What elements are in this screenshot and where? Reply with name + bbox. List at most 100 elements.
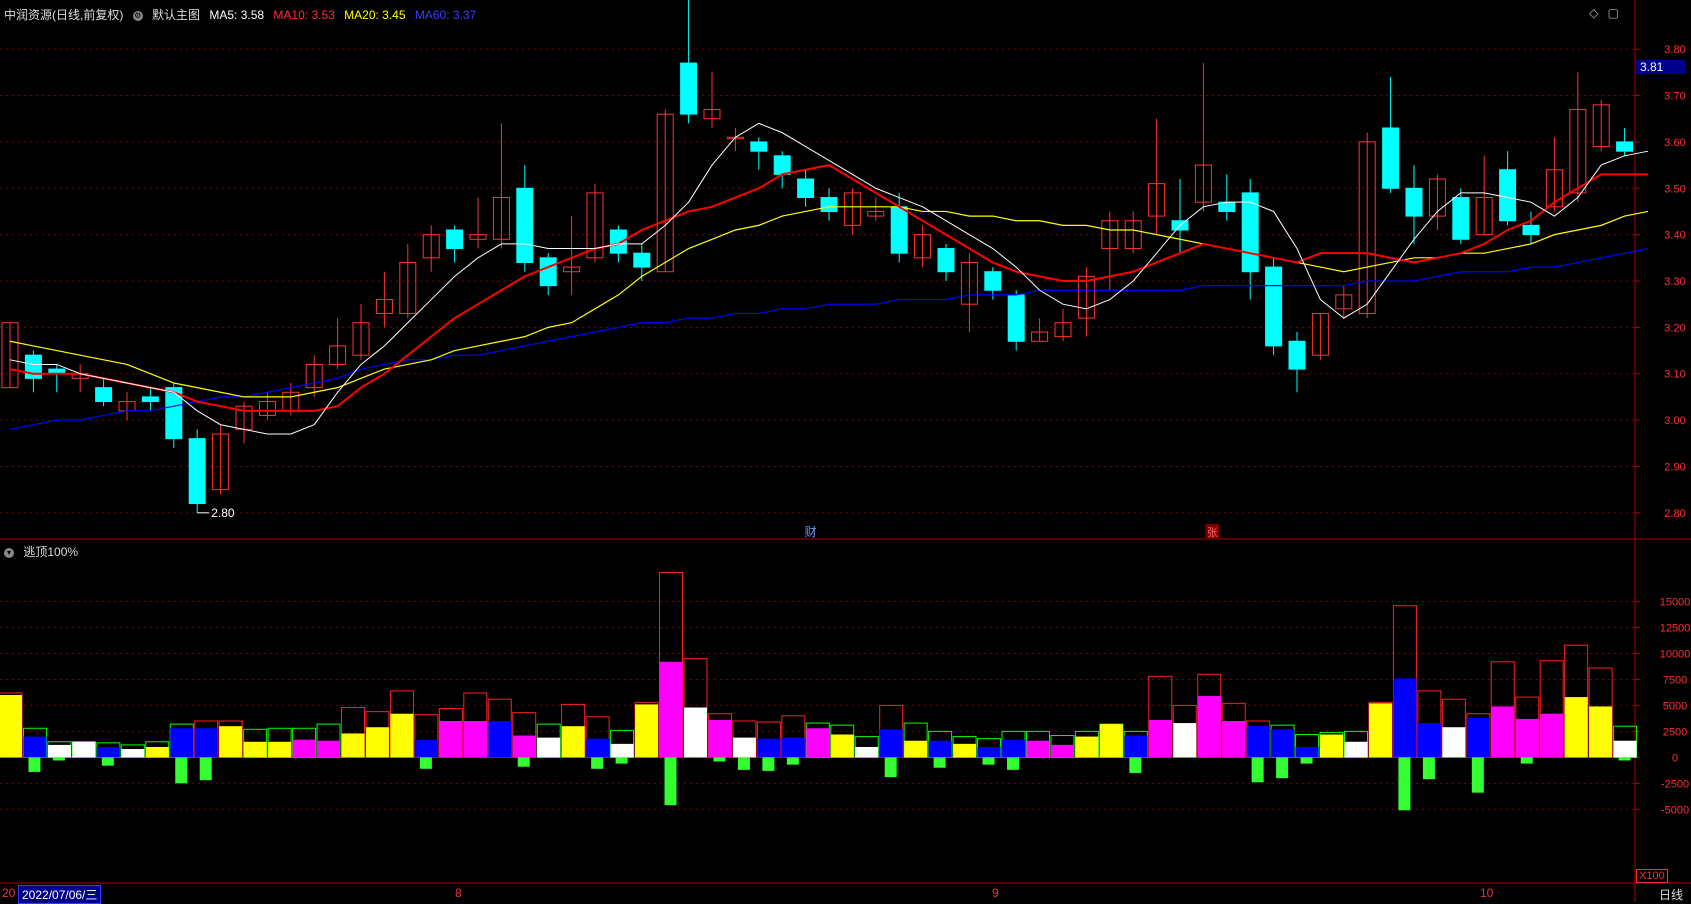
indicator-bar xyxy=(1271,729,1295,758)
low-annotation: 2.80 xyxy=(211,506,235,520)
indicator-bar xyxy=(879,729,903,758)
indicator-bar xyxy=(1466,717,1490,758)
period-label[interactable]: 日线 xyxy=(1659,886,1683,903)
indicator-tick-label: 5000 xyxy=(1663,700,1687,712)
candle-body xyxy=(188,438,206,505)
indicator-bar xyxy=(1540,713,1564,758)
indicator-tick-label: -2500 xyxy=(1661,778,1689,790)
ma10-label: MA10: 3.53 xyxy=(273,8,335,22)
candle-body xyxy=(446,229,464,250)
event-marker-finance: 财 xyxy=(805,525,817,539)
indicator-label[interactable]: 逃顶100% xyxy=(23,545,78,559)
indicator-bar xyxy=(806,728,830,758)
candle-body xyxy=(750,141,768,152)
indicator-bar xyxy=(292,739,316,758)
main-chart-label[interactable]: 默认主图 xyxy=(152,8,200,22)
candle-body xyxy=(1616,141,1634,152)
month-label-10: 10 xyxy=(1480,886,1494,900)
indicator-negative-bar xyxy=(664,757,677,806)
indicator-negative-bar xyxy=(786,757,799,765)
settings-icon[interactable]: ⚙ xyxy=(132,10,143,21)
candle-body xyxy=(680,62,698,115)
current-price-tag: 3.81 xyxy=(1636,60,1686,74)
indicator-negative-bar xyxy=(1618,757,1631,761)
chevron-down-icon[interactable]: ▾ xyxy=(4,547,14,558)
window-controls: ◇ ▢ xyxy=(1583,6,1619,20)
indicator-negative-bar xyxy=(1398,757,1411,811)
diamond-icon[interactable]: ◇ xyxy=(1589,6,1598,20)
stock-name[interactable]: 中润资源(日线,前复权) xyxy=(4,8,123,22)
indicator-bar xyxy=(268,741,292,758)
indicator-bar xyxy=(1173,723,1197,758)
indicator-bar xyxy=(1099,724,1123,758)
indicator-bar xyxy=(1026,740,1050,758)
high-annotation: 3.92 xyxy=(703,0,727,1)
price-tick-label: 2.80 xyxy=(1664,508,1685,520)
candle-body xyxy=(937,248,955,273)
ma5-label: MA5: 3.58 xyxy=(209,8,265,22)
indicator-negative-bar xyxy=(591,757,604,769)
indicator-bar xyxy=(96,746,120,758)
indicator-negative-bar xyxy=(1520,757,1533,764)
candle-body xyxy=(95,387,113,403)
indicator-bar xyxy=(1417,723,1441,758)
indicator-negative-bar xyxy=(615,757,628,764)
indicator-tick-label: 2500 xyxy=(1663,726,1687,738)
indicator-bar xyxy=(23,736,47,758)
indicator-bar xyxy=(0,695,22,758)
indicator-bar xyxy=(830,734,854,758)
indicator-negative-bar xyxy=(884,757,897,778)
candle-body xyxy=(1382,127,1400,189)
indicator-bar xyxy=(145,746,169,758)
candle-body xyxy=(1265,266,1283,347)
indicator-bar xyxy=(1344,741,1368,758)
price-tick-label: 3.70 xyxy=(1664,91,1685,103)
indicator-bar xyxy=(1075,736,1099,758)
indicator-bar xyxy=(317,740,341,758)
price-tick-label: 3.00 xyxy=(1664,415,1685,427)
indicator-bar xyxy=(1002,739,1026,758)
indicator-negative-bar xyxy=(101,757,114,766)
indicator-tick-label: 12500 xyxy=(1660,623,1691,635)
candle-body xyxy=(773,155,791,175)
indicator-negative-bar xyxy=(52,757,65,761)
price-tick-label: 3.40 xyxy=(1664,230,1685,242)
candle-body xyxy=(890,206,908,254)
indicator-bar xyxy=(1320,734,1344,758)
indicator-bar xyxy=(928,740,952,758)
indicator-negative-bar xyxy=(737,757,750,770)
indicator-bar xyxy=(659,661,683,758)
indicator-negative-bar xyxy=(1129,757,1142,773)
indicator-bar xyxy=(439,721,463,758)
indicator-negative-bar xyxy=(199,757,212,781)
time-axis[interactable]: 20 2022/07/06/三 8 9 10 xyxy=(0,884,1635,904)
ma60-label: MA60: 3.37 xyxy=(414,8,477,22)
indicator-tick-label: 10000 xyxy=(1660,648,1691,660)
indicator-negative-bar xyxy=(713,757,726,762)
indicator-bar xyxy=(414,739,438,758)
indicator-bar xyxy=(1368,703,1392,758)
main-chart-header: 中润资源(日线,前复权) ⚙ 默认主图 MA5: 3.58 MA10: 3.53… xyxy=(4,6,482,23)
chart-window: 3.80 3.70 3.60 3.50 3.40 3.30 3.20 3.10 3.00 2.90… xyxy=(0,0,1691,904)
indicator-bar xyxy=(1222,721,1246,758)
indicator-negative-bar xyxy=(982,757,995,765)
indicator-bar xyxy=(683,707,707,758)
chart-canvas[interactable]: 3.80 3.70 3.60 3.50 3.40 3.30 3.20 3.10 3.00 2.90… xyxy=(0,0,1691,902)
indicator-bar xyxy=(1197,696,1221,758)
indicator-bar xyxy=(341,733,365,758)
indicator-bar xyxy=(586,738,610,758)
indicator-bar xyxy=(855,746,879,758)
indicator-negative-bar xyxy=(1471,757,1484,793)
indicator-bar xyxy=(72,741,96,758)
indicator-negative-bar xyxy=(175,757,188,784)
restore-icon[interactable]: ▢ xyxy=(1608,6,1619,20)
candle-body xyxy=(516,187,534,263)
indicator-bar xyxy=(1050,744,1074,758)
indicator-negative-bar xyxy=(419,757,432,769)
indicator-negative-bar xyxy=(1276,757,1289,779)
indicator-bar xyxy=(219,726,243,758)
ma20-label: MA20: 3.45 xyxy=(344,8,406,22)
indicator-negative-bar xyxy=(1007,757,1020,770)
indicator-bar xyxy=(1564,697,1588,758)
indicator-bar xyxy=(904,740,928,758)
